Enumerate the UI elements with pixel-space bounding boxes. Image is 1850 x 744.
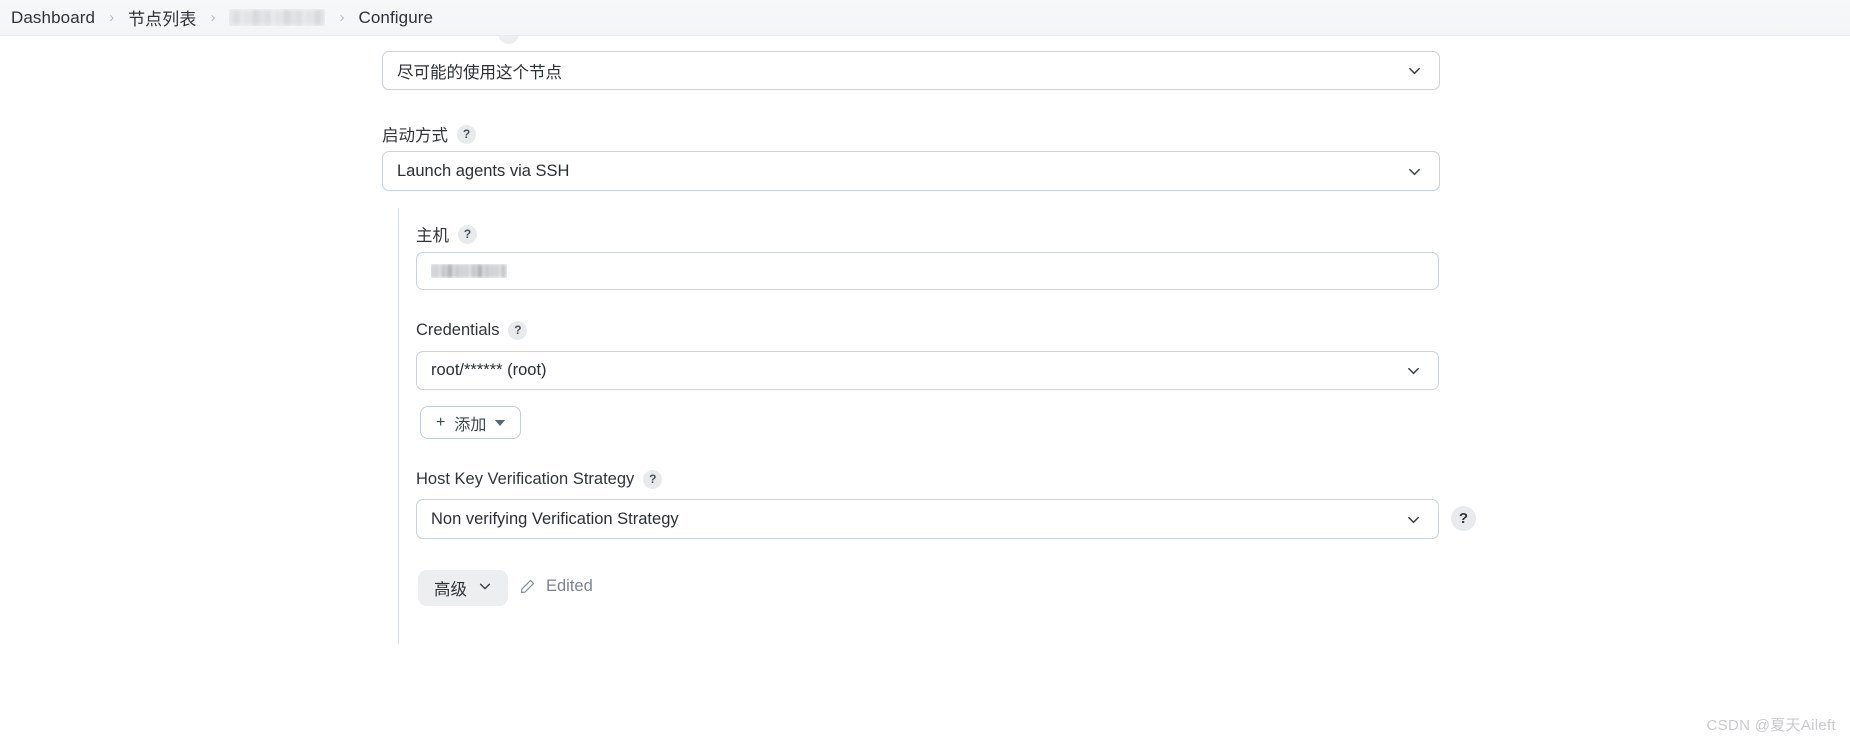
breadcrumb-separator: › [339, 9, 345, 26]
add-credentials-button[interactable]: + 添加 [420, 406, 522, 439]
host-key-strategy-label-group: Host Key Verification Strategy ? [416, 470, 663, 489]
launch-method-select[interactable]: Launch agents via SSH [382, 151, 1440, 191]
chevron-down-icon [1406, 512, 1421, 527]
host-input-value-redacted [431, 264, 507, 278]
credentials-label: Credentials [416, 321, 500, 339]
caret-down-icon [495, 419, 506, 426]
launch-method-label: 启动方式 [382, 127, 448, 145]
credentials-select-value: root/****** (root) [431, 361, 547, 379]
breadcrumb-separator: › [210, 9, 216, 26]
launch-method-label-group: 启动方式 ? [382, 122, 476, 146]
node-usage-select-value: 尽可能的使用这个节点 [397, 63, 562, 82]
breadcrumb-item-dashboard[interactable]: Dashboard [11, 8, 95, 28]
host-key-strategy-label: Host Key Verification Strategy [416, 470, 635, 488]
host-input[interactable] [416, 252, 1439, 290]
host-label-group: 主机 ? [416, 222, 477, 246]
credentials-help-icon[interactable]: ? [508, 321, 528, 340]
node-configure-form: 尽可能的使用这个节点 启动方式 ? Launch agents via SSH … [0, 23, 1850, 744]
pencil-icon [519, 578, 536, 595]
host-key-strategy-select-value: Non verifying Verification Strategy [431, 509, 679, 528]
breadcrumb-item-node-list[interactable]: 节点列表 [128, 5, 196, 30]
launch-method-select-value: Launch agents via SSH [397, 161, 570, 180]
watermark: CSDN @夏天Aileft [1706, 717, 1836, 734]
edited-status[interactable]: Edited [519, 577, 593, 596]
add-credentials-button-label: 添加 [454, 416, 487, 434]
host-key-strategy-select[interactable]: Non verifying Verification Strategy [416, 499, 1439, 539]
advanced-button-label: 高级 [434, 581, 467, 599]
chevron-down-icon [478, 579, 492, 598]
breadcrumb: Dashboard › 节点列表 › › Configure [0, 0, 1850, 36]
host-key-strategy-side-help-icon[interactable]: ? [1451, 506, 1476, 531]
breadcrumb-item-node-name-redacted[interactable] [229, 9, 325, 26]
chevron-down-icon [1407, 164, 1422, 179]
host-label: 主机 [416, 227, 449, 245]
credentials-label-group: Credentials ? [416, 321, 528, 340]
chevron-down-icon [1407, 63, 1422, 78]
breadcrumb-item-configure: Configure [358, 7, 434, 27]
advanced-button[interactable]: 高级 [418, 570, 508, 606]
node-usage-select[interactable]: 尽可能的使用这个节点 [382, 51, 1440, 90]
launch-method-help-icon[interactable]: ? [457, 124, 476, 144]
credentials-select[interactable]: root/****** (root) [416, 351, 1439, 390]
host-help-icon[interactable]: ? [458, 224, 477, 244]
plus-icon: + [436, 413, 446, 431]
edited-status-label: Edited [546, 577, 593, 595]
breadcrumb-separator: › [109, 9, 115, 26]
chevron-down-icon [1406, 363, 1421, 378]
host-key-strategy-help-icon[interactable]: ? [643, 470, 663, 489]
